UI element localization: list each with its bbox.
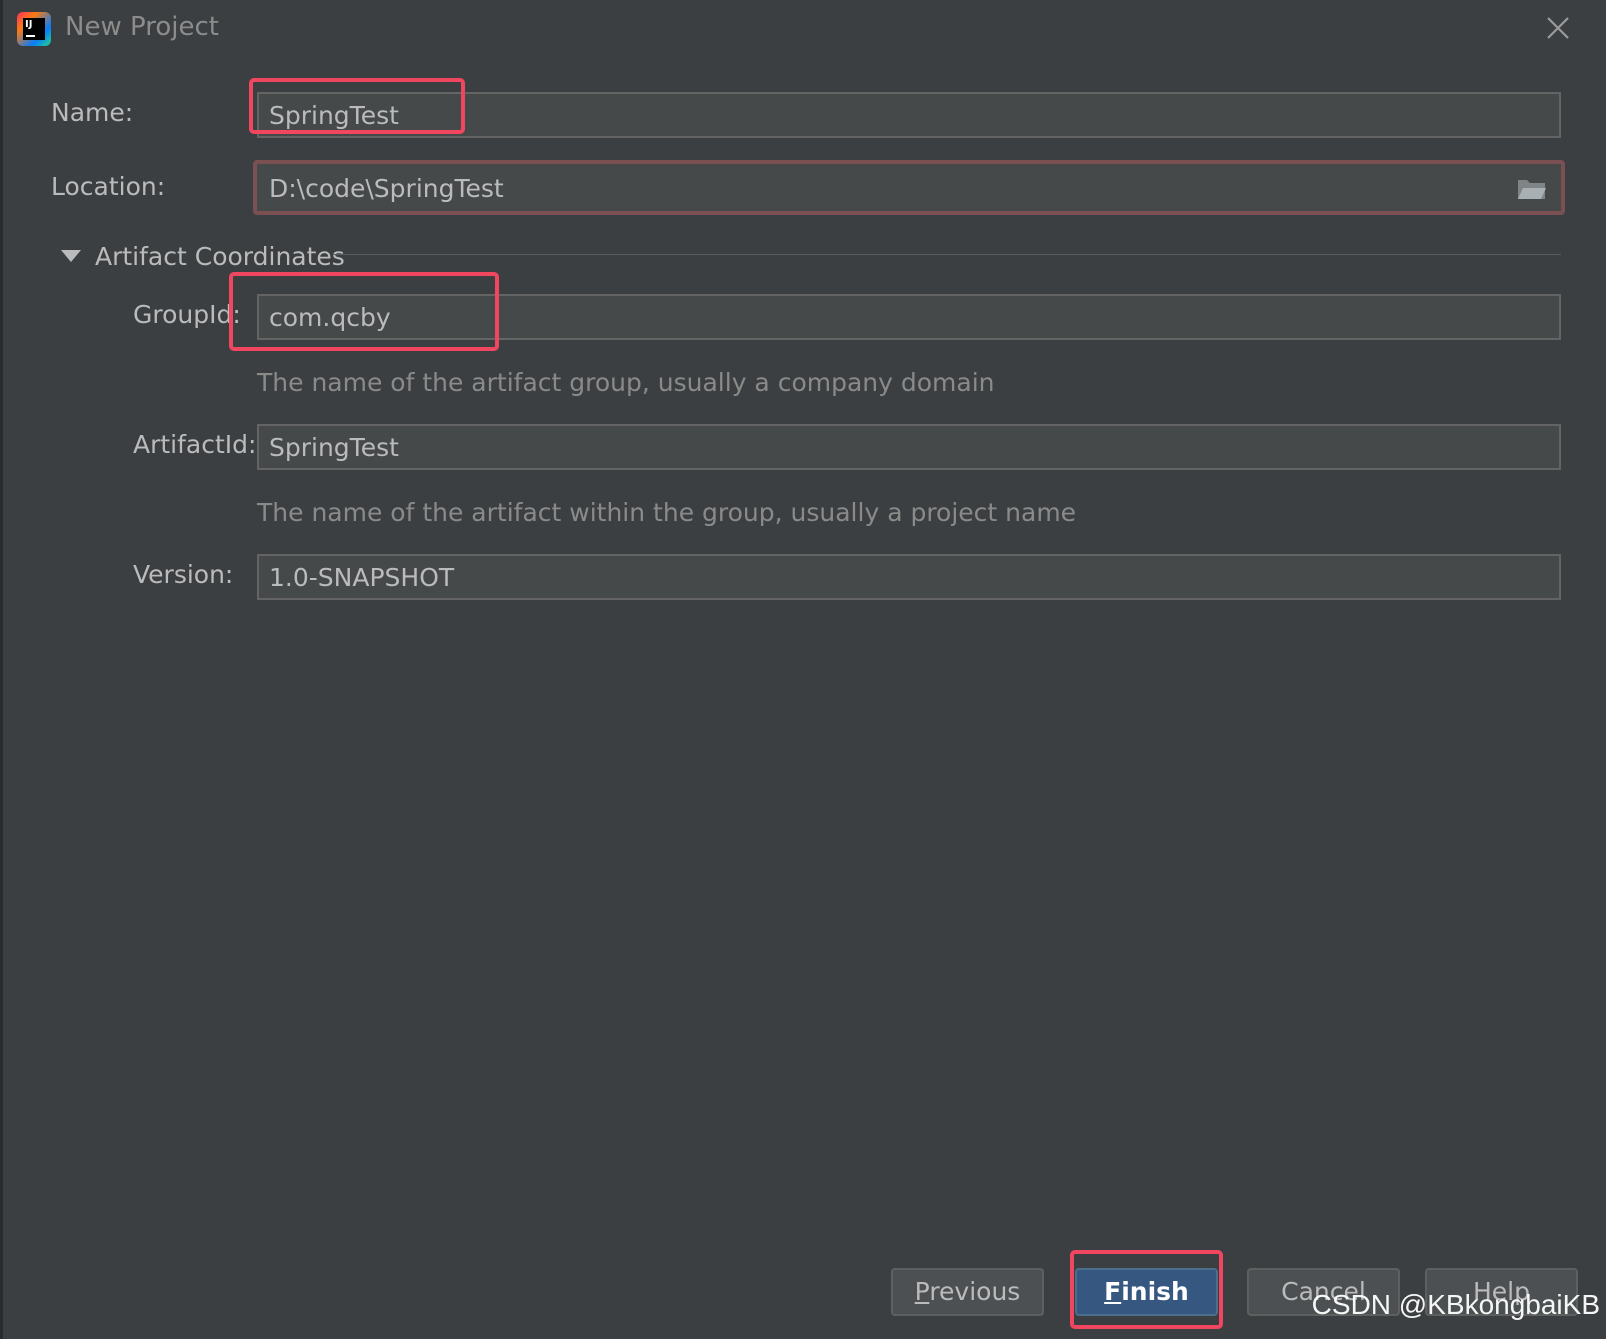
section-title: Artifact Coordinates — [95, 241, 345, 271]
location-field[interactable] — [253, 160, 1565, 215]
artifactid-input[interactable] — [257, 424, 1561, 470]
location-input[interactable] — [263, 168, 1505, 208]
artifactid-hint: The name of the artifact within the grou… — [257, 498, 1077, 527]
groupid-input[interactable] — [257, 294, 1561, 340]
csdn-watermark: CSDN @KBkongbaiKB — [1311, 1289, 1600, 1320]
intellij-idea-icon: IJ — [17, 12, 51, 46]
artifact-coordinates-header[interactable]: Artifact Coordinates — [57, 238, 345, 274]
previous-mnemonic: P — [914, 1277, 930, 1306]
name-input[interactable] — [257, 92, 1561, 138]
folder-icon[interactable] — [1517, 177, 1547, 201]
groupid-label: GroupId: — [133, 300, 241, 329]
new-project-dialog: IJ New Project Name: Location: Artifact … — [0, 0, 1606, 1339]
section-divider — [333, 254, 1561, 255]
groupid-hint: The name of the artifact group, usually … — [257, 368, 995, 397]
name-label: Name: — [51, 98, 134, 127]
finish-button[interactable]: Finish — [1075, 1268, 1218, 1316]
title-bar: IJ New Project — [3, 0, 1606, 58]
window-title: New Project — [65, 12, 219, 42]
previous-button[interactable]: Previous — [891, 1268, 1044, 1316]
location-label: Location: — [51, 172, 166, 201]
version-input[interactable] — [257, 554, 1561, 600]
triangle-down-icon[interactable] — [61, 250, 81, 262]
finish-mnemonic: F — [1104, 1277, 1122, 1306]
artifactid-label: ArtifactId: — [133, 430, 257, 459]
close-icon[interactable] — [1544, 14, 1572, 42]
previous-label: revious — [929, 1277, 1021, 1306]
version-label: Version: — [133, 560, 234, 589]
finish-label: inish — [1121, 1277, 1189, 1306]
